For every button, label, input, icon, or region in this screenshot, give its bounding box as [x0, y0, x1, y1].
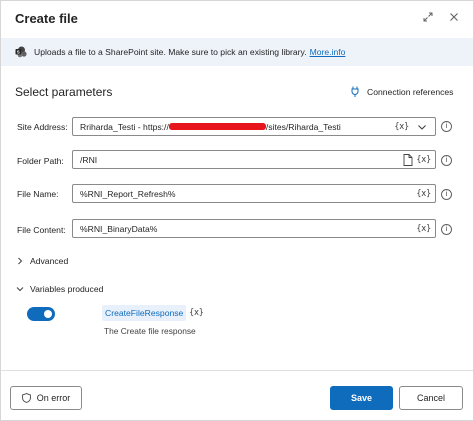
- chevron-right-icon: [15, 256, 25, 266]
- shield-icon: [21, 393, 31, 403]
- file-name-value: %RNI_Report_Refresh%: [80, 188, 176, 199]
- folder-path-input[interactable]: /RNI {x}: [72, 150, 436, 169]
- chevron-down-icon[interactable]: [417, 122, 427, 132]
- file-name-input[interactable]: %RNI_Report_Refresh% {x}: [72, 184, 436, 203]
- variable-description: The Create file response: [104, 326, 196, 336]
- plug-icon: [351, 86, 359, 97]
- on-error-label: On error: [36, 393, 71, 403]
- folder-path-label: Folder Path:: [17, 156, 64, 166]
- variable-picker-icon[interactable]: {x}: [394, 121, 409, 131]
- info-icon[interactable]: i: [441, 155, 452, 166]
- site-address-label: Site Address:: [17, 122, 68, 132]
- advanced-expander[interactable]: Advanced: [15, 256, 68, 266]
- site-address-value-suffix: /sites/Riharda_Testi: [265, 121, 341, 132]
- more-info-link[interactable]: More.info: [310, 47, 346, 57]
- create-file-dialog: Create file S Uploads a file to a ShareP…: [0, 0, 474, 421]
- file-name-label: File Name:: [17, 189, 59, 199]
- variable-picker-icon[interactable]: {x}: [416, 154, 431, 164]
- sharepoint-icon: S: [15, 46, 27, 58]
- site-address-dropdown[interactable]: Rriharda_Testi - https:// /sites/Riharda_…: [72, 117, 436, 136]
- cancel-button[interactable]: Cancel: [399, 386, 463, 410]
- info-icon[interactable]: i: [441, 189, 452, 200]
- file-content-input[interactable]: %RNI_BinaryData% {x}: [72, 219, 436, 238]
- on-error-button[interactable]: On error: [10, 386, 82, 410]
- folder-path-value: /RNI: [80, 154, 98, 165]
- footer-divider: [1, 370, 473, 371]
- variables-produced-label: Variables produced: [30, 284, 104, 294]
- connection-references-button[interactable]: Connection references: [351, 86, 453, 97]
- section-title: Select parameters: [15, 85, 113, 99]
- toggle-knob: [44, 310, 52, 318]
- svg-text:S: S: [17, 49, 20, 54]
- file-content-label: File Content:: [17, 225, 66, 235]
- chevron-down-icon: [15, 284, 25, 294]
- variable-picker-icon[interactable]: {x}: [416, 188, 431, 198]
- dialog-header: Create file: [1, 1, 473, 35]
- site-address-value-prefix: Rriharda_Testi - https://: [80, 121, 169, 132]
- variable-toggle[interactable]: [27, 307, 55, 321]
- redaction-mark: [168, 122, 266, 130]
- save-button[interactable]: Save: [330, 386, 393, 410]
- expand-icon[interactable]: [421, 10, 435, 24]
- connection-references-label: Connection references: [367, 86, 454, 97]
- advanced-label: Advanced: [30, 256, 69, 266]
- info-text: Uploads a file to a SharePoint site. Mak…: [34, 47, 307, 57]
- info-icon[interactable]: i: [441, 224, 452, 235]
- dialog-title: Create file: [15, 11, 78, 26]
- file-content-value: %RNI_BinaryData%: [80, 223, 158, 234]
- close-icon[interactable]: [447, 10, 461, 24]
- variable-icon: {x}: [189, 307, 204, 317]
- file-icon[interactable]: [403, 154, 413, 166]
- variable-picker-icon[interactable]: {x}: [416, 223, 431, 233]
- info-icon[interactable]: i: [441, 121, 452, 132]
- info-bar: S Uploads a file to a SharePoint site. M…: [1, 38, 473, 66]
- variable-name-badge[interactable]: CreateFileResponse: [102, 305, 187, 321]
- variables-produced-expander[interactable]: Variables produced: [15, 284, 103, 294]
